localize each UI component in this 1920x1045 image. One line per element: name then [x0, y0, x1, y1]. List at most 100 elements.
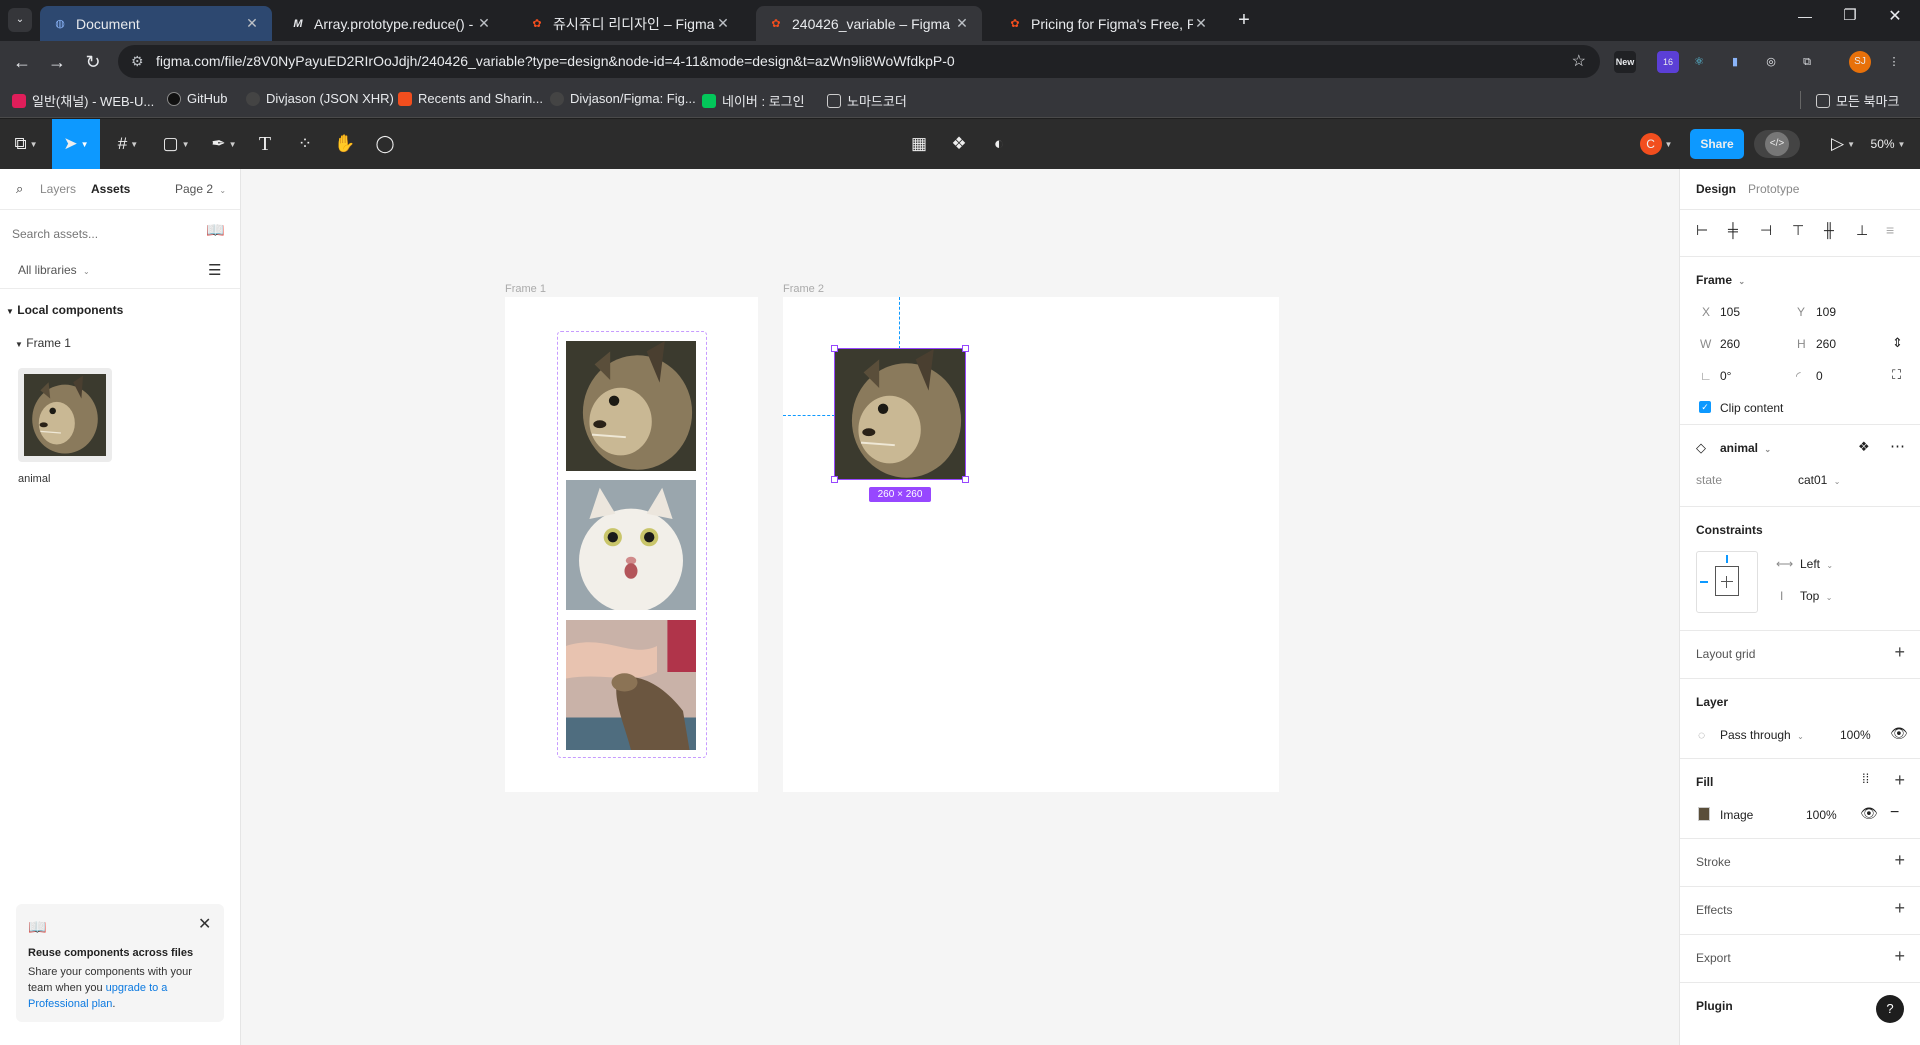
- browser-tab-figma-redesign[interactable]: ✿ 쥬시쥬디 리디자인 – Figma ✕: [517, 6, 743, 41]
- tab-design[interactable]: Design: [1696, 182, 1736, 196]
- fill-image-swatch[interactable]: [1698, 807, 1710, 821]
- browser-menu-icon[interactable]: ⋮: [1883, 51, 1905, 73]
- go-to-main-component-icon[interactable]: ❖: [1858, 439, 1870, 455]
- shape-tool-button[interactable]: ▢ ▼: [156, 119, 196, 169]
- close-tab-icon[interactable]: ✕: [244, 15, 260, 32]
- align-right-icon[interactable]: ⊣: [1760, 222, 1772, 239]
- user-avatar[interactable]: C ▼: [1636, 119, 1676, 169]
- new-tab-button[interactable]: +: [1232, 8, 1256, 32]
- close-tab-icon[interactable]: ✕: [476, 15, 492, 32]
- fill-type-label[interactable]: Image: [1720, 808, 1753, 822]
- add-effect-icon[interactable]: +: [1894, 898, 1905, 919]
- libraries-dropdown[interactable]: All libraries ⌄: [18, 263, 90, 277]
- bookmark-star-icon[interactable]: ☆: [1572, 45, 1586, 78]
- all-bookmarks-folder[interactable]: 모든 북마크: [1816, 91, 1899, 110]
- browser-tab-document[interactable]: ◍ Document ✕: [40, 6, 272, 41]
- bookmark-figma-recents[interactable]: Recents and Sharin...: [398, 91, 543, 106]
- close-promo-icon[interactable]: ✕: [198, 914, 211, 934]
- frame2-label[interactable]: Frame 2: [783, 283, 824, 295]
- canvas[interactable]: Frame 1 Frame 2 260 × 260: [241, 169, 1679, 1045]
- hand-tool-button[interactable]: ✋: [330, 119, 360, 169]
- browser-tab-figma-variable[interactable]: ✿ 240426_variable – Figma ✕: [756, 6, 982, 41]
- search-assets-input[interactable]: [12, 220, 192, 248]
- component-button[interactable]: ❖: [944, 119, 974, 169]
- react-extension-icon[interactable]: ⚛: [1688, 51, 1710, 73]
- site-info-icon[interactable]: ⚙: [131, 45, 144, 78]
- frame1-group-header[interactable]: ▼ Frame 1: [15, 336, 71, 350]
- horizontal-constraint-dropdown[interactable]: Left ⌄: [1800, 557, 1833, 571]
- eye-icon[interactable]: 👁: [1860, 805, 1878, 822]
- share-button[interactable]: Share: [1690, 129, 1744, 159]
- variant-cat03[interactable]: [566, 620, 696, 750]
- variant-property-dropdown[interactable]: cat01 ⌄: [1798, 473, 1840, 487]
- close-window-button[interactable]: ✕: [1880, 6, 1910, 26]
- browser-tab-mdn[interactable]: M Array.prototype.reduce() - JavaScript …: [278, 6, 504, 41]
- align-bottom-icon[interactable]: ⊥: [1856, 222, 1868, 239]
- variant-cat02[interactable]: [566, 480, 696, 610]
- independent-corners-icon[interactable]: ⛶: [1892, 367, 1901, 383]
- width-input[interactable]: 260: [1720, 337, 1740, 351]
- comment-tool-button[interactable]: ◯: [370, 119, 400, 169]
- frame2[interactable]: 260 × 260: [783, 297, 1279, 792]
- browser-tab-figma-pricing[interactable]: ✿ Pricing for Figma's Free, Professional…: [995, 6, 1221, 41]
- main-menu-button[interactable]: ⧉ ▼: [8, 119, 44, 169]
- bookmark-divjason-figma[interactable]: Divjason/Figma: Fig...: [550, 91, 696, 106]
- resize-handle-tr[interactable]: [962, 345, 969, 352]
- eye-icon[interactable]: 👁: [1890, 725, 1908, 742]
- clip-content-checkbox[interactable]: ✓: [1699, 401, 1711, 413]
- close-tab-icon[interactable]: ✕: [1193, 15, 1209, 32]
- reload-button[interactable]: ↻: [81, 50, 105, 74]
- local-components-header[interactable]: ▼ Local components: [6, 303, 123, 317]
- dev-mode-toggle[interactable]: </>: [1754, 130, 1800, 158]
- component-thumbnail-animal[interactable]: [18, 368, 112, 462]
- record-extension-icon[interactable]: ◎: [1760, 51, 1782, 73]
- resize-handle-bl[interactable]: [831, 476, 838, 483]
- resize-handle-br[interactable]: [962, 476, 969, 483]
- align-top-icon[interactable]: ⊤: [1792, 222, 1804, 239]
- docs-extension-icon[interactable]: ▮: [1724, 51, 1746, 73]
- add-layout-grid-icon[interactable]: +: [1894, 642, 1905, 663]
- rotation-input[interactable]: 0°: [1720, 369, 1731, 383]
- present-button[interactable]: ▷ ▼: [1826, 119, 1860, 169]
- text-tool-button[interactable]: T: [250, 119, 280, 169]
- frame1-label[interactable]: Frame 1: [505, 283, 546, 295]
- style-grid-icon[interactable]: ⁞⁞: [1862, 771, 1869, 786]
- frame1[interactable]: [505, 297, 758, 792]
- extension-badge-icon[interactable]: 16: [1657, 51, 1679, 73]
- constrain-proportions-icon[interactable]: ⇕: [1892, 335, 1903, 351]
- align-center-v-icon[interactable]: ╫: [1824, 222, 1834, 238]
- height-input[interactable]: 260: [1816, 337, 1836, 351]
- profile-avatar[interactable]: SJ: [1849, 51, 1871, 73]
- align-center-h-icon[interactable]: ╪: [1728, 222, 1738, 238]
- close-tab-icon[interactable]: ✕: [954, 15, 970, 32]
- zoom-menu[interactable]: 50% ▼: [1866, 119, 1910, 169]
- restore-window-button[interactable]: ❐: [1835, 6, 1865, 24]
- y-input[interactable]: 109: [1816, 305, 1836, 319]
- add-stroke-icon[interactable]: +: [1894, 850, 1905, 871]
- remove-fill-icon[interactable]: −: [1890, 804, 1899, 822]
- frame-title[interactable]: Frame ⌄: [1696, 273, 1745, 287]
- tab-layers[interactable]: Layers: [40, 182, 76, 196]
- variant-cat01[interactable]: [566, 341, 696, 471]
- search-icon[interactable]: ⌕: [16, 181, 23, 197]
- puzzle-extensions-icon[interactable]: ⧉: [1796, 51, 1818, 73]
- instance-component-menu[interactable]: animal ⌄: [1720, 441, 1771, 455]
- minimize-window-button[interactable]: —: [1790, 8, 1820, 24]
- help-button[interactable]: ?: [1876, 995, 1904, 1023]
- resources-tool-button[interactable]: ⁘: [290, 119, 320, 169]
- address-bar[interactable]: ⚙ figma.com/file/z8V0NyPayuED2RIrOoJdjh/…: [118, 45, 1600, 78]
- tab-assets[interactable]: Assets: [91, 182, 130, 196]
- add-fill-icon[interactable]: +: [1894, 770, 1905, 791]
- more-options-icon[interactable]: ⋯: [1890, 437, 1905, 455]
- new-extension-icon[interactable]: New: [1614, 51, 1636, 73]
- distribute-icon[interactable]: ≡: [1886, 222, 1894, 238]
- layer-opacity-input[interactable]: 100%: [1840, 728, 1871, 742]
- contrast-button[interactable]: ◐: [984, 119, 1014, 169]
- resize-handle-tl[interactable]: [831, 345, 838, 352]
- forward-button[interactable]: →: [45, 50, 69, 74]
- list-view-icon[interactable]: ☰: [208, 261, 221, 279]
- align-left-icon[interactable]: ⊢: [1696, 222, 1708, 239]
- tab-search-button[interactable]: ⌄: [8, 8, 32, 32]
- pen-tool-button[interactable]: ✒ ▼: [204, 119, 244, 169]
- vertical-constraint-dropdown[interactable]: Top ⌄: [1800, 589, 1832, 603]
